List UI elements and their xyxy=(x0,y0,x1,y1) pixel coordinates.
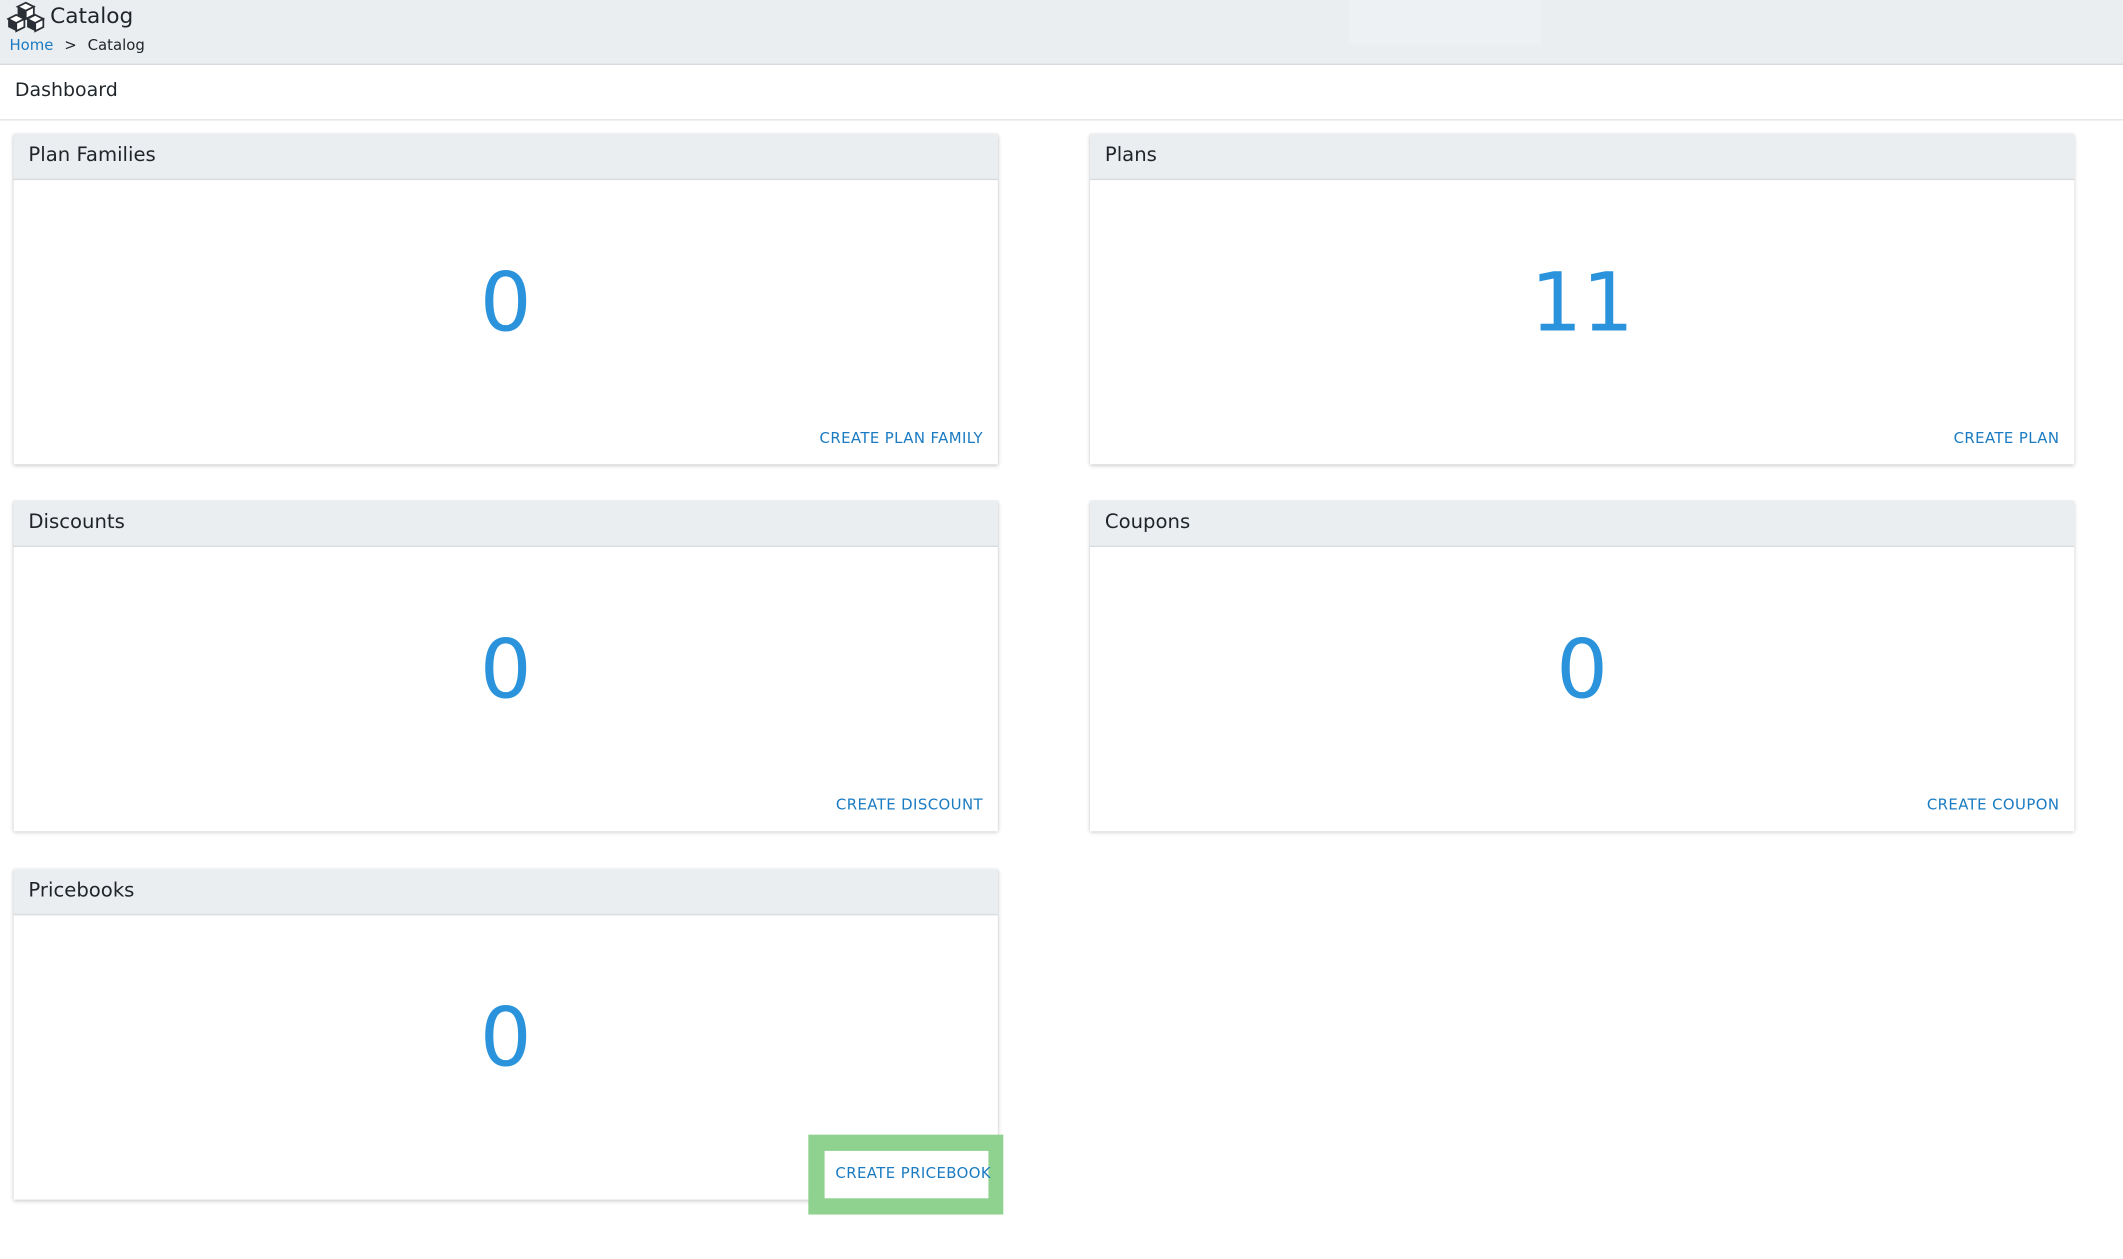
card-count: 0 xyxy=(479,622,532,718)
card-title: Pricebooks xyxy=(28,880,135,902)
page-title: Dashboard xyxy=(14,79,118,102)
card-header: Plan Families xyxy=(13,134,998,181)
create-plan-link[interactable]: CREATE PLAN xyxy=(1954,429,2060,447)
cubes-icon xyxy=(6,1,45,33)
breadcrumb-home-link[interactable]: Home xyxy=(9,37,53,55)
breadcrumb-separator: > xyxy=(64,36,77,55)
card-header: Plans xyxy=(1089,134,2075,181)
card-title: Plan Families xyxy=(28,144,156,167)
card-coupons: Coupons 0 CREATE COUPON xyxy=(1089,500,2075,832)
card-plans: Plans 11 CREATE PLAN xyxy=(1089,134,2075,465)
card-count: 0 xyxy=(479,255,532,351)
card-discounts: Discounts 0 CREATE DISCOUNT xyxy=(13,500,998,832)
card-plan-families: Plan Families 0 CREATE PLAN FAMILY xyxy=(13,134,998,465)
top-bar-placeholder xyxy=(1348,0,1541,45)
top-bar: Catalog Home > Catalog xyxy=(0,0,2123,65)
card-title: Discounts xyxy=(28,511,125,534)
create-pricebook-link[interactable]: CREATE PRICEBOOK xyxy=(835,1164,991,1182)
create-coupon-link[interactable]: CREATE COUPON xyxy=(1927,796,2060,814)
card-count: 0 xyxy=(479,991,532,1086)
create-plan-family-link[interactable]: CREATE PLAN FAMILY xyxy=(820,429,983,447)
card-title: Coupons xyxy=(1104,511,1191,534)
card-count: 11 xyxy=(1530,255,1634,351)
catalog-dashboard-page: Catalog Home > Catalog Dashboard Plan Fami… xyxy=(0,0,2123,1259)
card-header: Pricebooks xyxy=(13,869,998,916)
subheader: Dashboard xyxy=(0,64,2123,121)
card-header: Discounts xyxy=(13,500,998,548)
breadcrumb: Home > Catalog xyxy=(9,37,144,55)
app-title: Catalog xyxy=(50,2,134,29)
create-discount-link[interactable]: CREATE DISCOUNT xyxy=(836,796,983,814)
card-count: 0 xyxy=(1556,622,1609,718)
card-header: Coupons xyxy=(1089,500,2075,548)
breadcrumb-current: Catalog xyxy=(87,36,145,55)
card-title: Plans xyxy=(1104,144,1157,167)
